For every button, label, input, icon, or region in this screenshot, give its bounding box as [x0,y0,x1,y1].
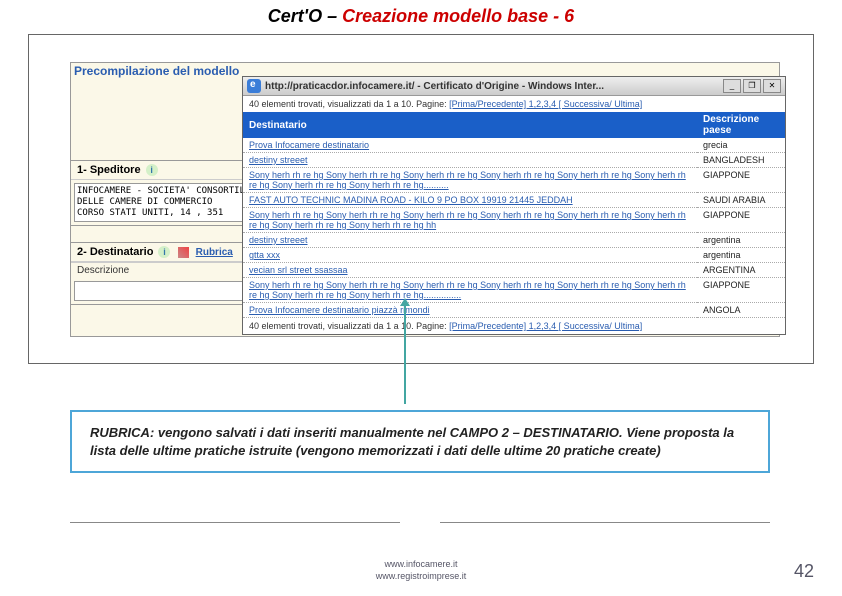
pager-text: 40 elementi trovati, visualizzati da 1 a… [249,99,449,109]
destinatario-link[interactable]: Sony herh rh re hg Sony herh rh re hg So… [249,170,686,190]
window-buttons: _ ❐ ✕ [723,79,781,93]
close-button[interactable]: ✕ [763,79,781,93]
destinatario-link[interactable]: Sony herh rh re hg Sony herh rh re hg So… [249,280,686,300]
destinatario-link[interactable]: FAST AUTO TECHNIC MADINA ROAD - KILO 9 P… [249,195,573,205]
paese-cell: ANGOLA [697,303,785,318]
pager-links[interactable]: [Prima/Precedente] 1,2,3,4 [ Successiva/… [449,99,642,109]
paese-cell: SAUDI ARABIA [697,193,785,208]
destinatario-link[interactable]: destiny streeet [249,155,308,165]
maximize-button[interactable]: ❐ [743,79,761,93]
callout-box: RUBRICA: vengono salvati i dati inseriti… [70,410,770,473]
footer-link-1: www.infocamere.it [0,558,842,570]
footer-divider-gap [400,515,440,529]
popup-titlebar: http://praticacdor.infocamere.it/ - Cert… [243,77,785,96]
paese-cell: GIAPPONE [697,278,785,303]
destinatario-header-text: 2- Destinatario [77,246,153,258]
paese-cell: GIAPPONE [697,168,785,193]
pager-bottom: 40 elementi trovati, visualizzati da 1 a… [243,318,785,334]
paese-cell: argentina [697,233,785,248]
table-row: Prova Infocamere destinatario piazzà rim… [243,303,785,318]
table-row: Prova Infocamere destinatario grecia [243,138,785,153]
destinatario-table: Destinatario Descrizione paese Prova Inf… [243,112,785,318]
speditore-header-text: 1- Speditore [77,164,141,176]
pager-text: 40 elementi trovati, visualizzati da 1 a… [249,321,449,331]
footer-link-2: www.registroimprese.it [0,570,842,582]
destinatario-link[interactable]: vecian srl street ssassaa [249,265,348,275]
paese-cell: argentina [697,248,785,263]
paese-cell: grecia [697,138,785,153]
table-row: vecian srl street ssassaa ARGENTINA [243,263,785,278]
page-number: 42 [794,561,814,582]
info-icon[interactable]: i [158,246,170,258]
destinatario-link[interactable]: destiny streeet [249,235,308,245]
ie-icon [247,79,261,93]
table-row: destiny streeet argentina [243,233,785,248]
minimize-button[interactable]: _ [723,79,741,93]
precompilation-label: Precompilazione del modello [74,64,239,78]
paese-cell: ARGENTINA [697,263,785,278]
rubrica-icon [178,247,189,258]
table-row: Sony herh rh re hg Sony herh rh re hg So… [243,168,785,193]
destinatario-link[interactable]: gtta xxx [249,250,280,260]
paese-cell: GIAPPONE [697,208,785,233]
table-row: Sony herh rh re hg Sony herh rh re hg So… [243,208,785,233]
callout-arrow [404,304,406,404]
table-row: destiny streeet BANGLADESH [243,153,785,168]
col-destinatario: Destinatario [243,112,697,138]
footer-links: www.infocamere.it www.registroimprese.it [0,558,842,582]
pager-links[interactable]: [Prima/Precedente] 1,2,3,4 [ Successiva/… [449,321,642,331]
col-paese: Descrizione paese [697,112,785,138]
destinatario-link[interactable]: Sony herh rh re hg Sony herh rh re hg So… [249,210,686,230]
slide-title: Cert'O – Creazione modello base - 6 [0,0,842,33]
table-row: gtta xxx argentina [243,248,785,263]
table-row: Sony herh rh re hg Sony herh rh re hg So… [243,278,785,303]
paese-cell: BANGLADESH [697,153,785,168]
destinatario-link[interactable]: Prova Infocamere destinatario [249,140,369,150]
rubrica-popup: http://praticacdor.infocamere.it/ - Cert… [242,76,786,335]
popup-title: http://praticacdor.infocamere.it/ - Cert… [265,81,723,92]
destinatario-link[interactable]: Prova Infocamere destinatario piazzà rim… [249,305,430,315]
table-row: FAST AUTO TECHNIC MADINA ROAD - KILO 9 P… [243,193,785,208]
info-icon[interactable]: i [146,164,158,176]
rubrica-link[interactable]: Rubrica [196,247,233,258]
pager-top: 40 elementi trovati, visualizzati da 1 a… [243,96,785,112]
title-prefix: Cert'O – [268,6,342,26]
title-highlight: Creazione modello base - 6 [342,6,574,26]
